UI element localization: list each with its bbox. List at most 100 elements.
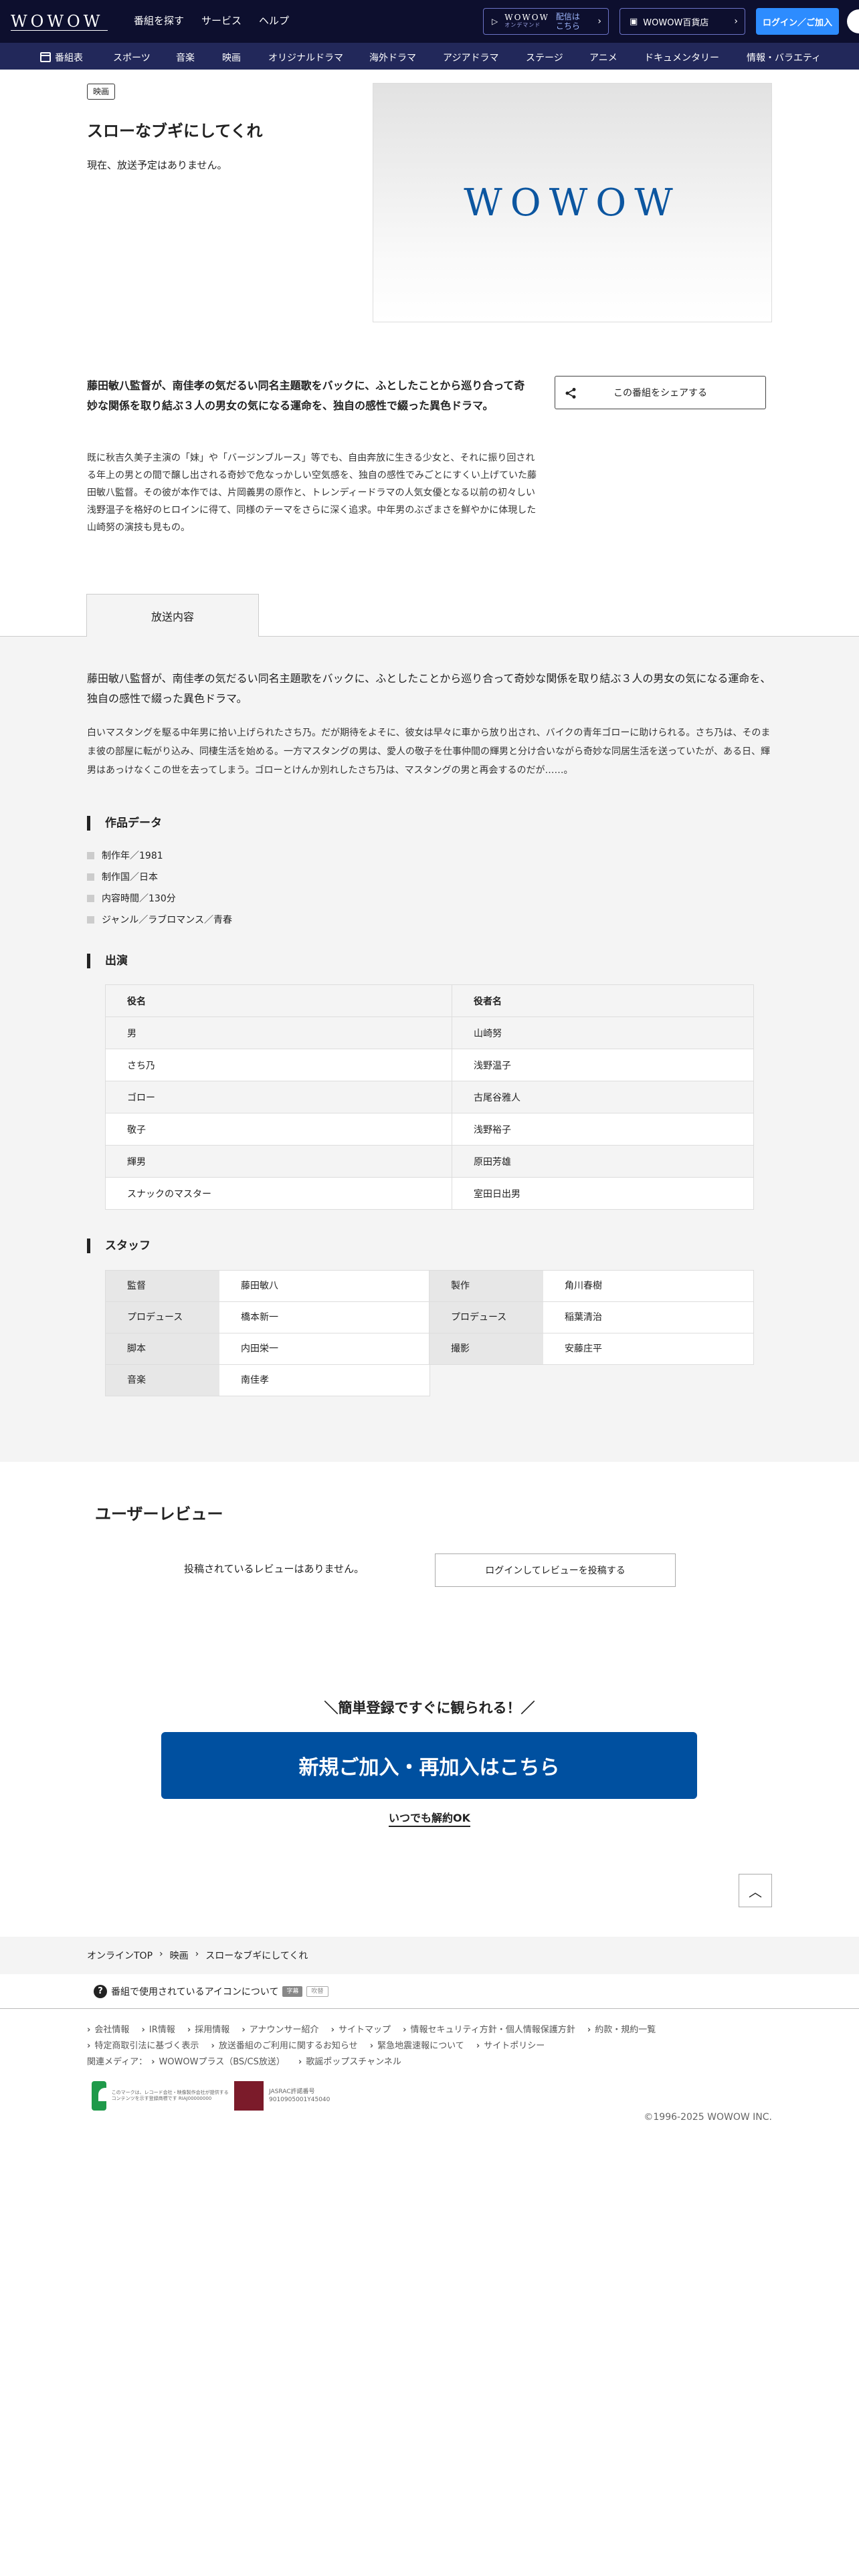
- nav-movie[interactable]: 映画: [222, 51, 241, 64]
- jasrac-logo-icon: [234, 2081, 264, 2111]
- staff-role: 監督: [106, 1271, 219, 1301]
- jasrac-line1: JASRAC許諾番号: [269, 2088, 315, 2095]
- cta-sub-text: いつでも解約OK: [388, 1812, 470, 1827]
- search-icon[interactable]: [847, 9, 859, 33]
- role-cell: 敬子: [105, 1113, 452, 1146]
- review-empty-text: 投稿されているレビューはありません。: [184, 1563, 365, 1575]
- footer-link[interactable]: IR情報: [142, 2025, 175, 2035]
- global-header: WOWOW 番組を探す サービス ヘルプ ▷ WOWOW オンデマンド 配信は こち…: [0, 0, 859, 43]
- image-logo: WOWOW: [464, 181, 681, 225]
- ondemand-logo: WOWOW: [504, 13, 549, 22]
- bag-icon: ▣: [630, 16, 638, 27]
- footer-link[interactable]: サイトマップ: [331, 2025, 391, 2035]
- staff-item: プロデュース 橋本新一: [105, 1301, 430, 1333]
- staff-role: 音楽: [106, 1365, 219, 1396]
- nav-stage[interactable]: ステージ: [526, 51, 563, 64]
- cast-heading: 出演: [87, 954, 128, 968]
- riaj-text: このマークは、レコード会社・映像製作会社が提供するコンテンツを示す登録商標です …: [111, 2090, 229, 2101]
- jasrac-line2: 9010905001Y45040: [269, 2097, 330, 2103]
- work-data-heading: 作品データ: [87, 816, 162, 831]
- nav-find-program[interactable]: 番組を探す: [134, 13, 184, 27]
- breadcrumb-top[interactable]: オンラインTOP: [87, 1949, 153, 1962]
- col-role: 役名: [105, 984, 452, 1017]
- post-review-button[interactable]: ログインしてレビューを投稿する: [435, 1553, 676, 1587]
- ondemand-sub: オンデマンド: [504, 22, 541, 28]
- program-title: スローなブギにしてくれ: [87, 122, 263, 140]
- nav-help[interactable]: ヘルプ: [259, 13, 289, 27]
- cast-table: 役名 役者名 男山崎努 さち乃 浅野温子 ゴロー 古尾谷雅人 敬子 浅野裕子 輝男 原田…: [105, 984, 754, 1210]
- staff-role: 撮影: [430, 1333, 543, 1364]
- nav-music[interactable]: 音楽: [176, 51, 195, 64]
- footer-link[interactable]: 緊急地震速報について: [370, 2041, 464, 2051]
- related-link[interactable]: 歌謡ポップスチャンネル: [294, 2057, 401, 2067]
- staff-name: 稲葉清治: [543, 1302, 753, 1333]
- footer-link[interactable]: 放送番組のご利用に関するお知らせ: [211, 2041, 358, 2051]
- actor-cell: 室田日出男: [452, 1177, 754, 1210]
- nav-sports[interactable]: スポーツ: [113, 51, 151, 64]
- staff-role: プロデュース: [430, 1302, 543, 1333]
- staff-name: 藤田敏八: [219, 1271, 430, 1301]
- list-item: 制作年／1981: [87, 848, 232, 869]
- actor-cell: 山崎努: [452, 1016, 754, 1049]
- footer-link[interactable]: サイトポリシー: [476, 2041, 545, 2051]
- shop-button[interactable]: ▣ WOWOW百貨店 ›: [619, 8, 745, 35]
- l-mark-icon: [92, 2081, 112, 2111]
- share-button[interactable]: この番組をシェアする: [555, 376, 766, 409]
- footer-divider: [0, 2008, 859, 2009]
- staff-item: 監督 藤田敏八: [105, 1270, 430, 1302]
- breadcrumb-current: スローなブギにしてくれ: [205, 1951, 308, 1961]
- nav-service[interactable]: サービス: [201, 13, 242, 27]
- genre-tag: 映画: [87, 84, 116, 100]
- staff-role: 製作: [430, 1271, 543, 1301]
- related-link[interactable]: WOWOWプラス（BS/CS放送）: [147, 2057, 285, 2067]
- review-heading: ユーザーレビュー: [95, 1505, 223, 1523]
- nav-anime[interactable]: アニメ: [589, 51, 617, 64]
- breadcrumb-movie[interactable]: 映画: [170, 1949, 189, 1962]
- riaj-certification[interactable]: このマークは、レコード会社・映像製作会社が提供するコンテンツを示す登録商標です …: [92, 2081, 229, 2111]
- share-label: この番組をシェアする: [613, 388, 707, 399]
- program-description: 既に秋吉久美子主演の「妹」や「バージンブルース」等でも、自由奔放に生きる少女と、…: [87, 453, 537, 533]
- chevron-right-icon: ›: [597, 16, 601, 27]
- top-nav: 番組を探す サービス ヘルプ: [134, 13, 289, 27]
- login-button[interactable]: ログイン／ご加入: [756, 8, 839, 35]
- nav-original-drama[interactable]: オリジナルドラマ: [268, 51, 343, 64]
- shop-label: WOWOW百貨店: [643, 17, 709, 28]
- icon-note-link[interactable]: ? 番組で使用されているアイコンについて 字幕 吹替: [94, 1985, 328, 1998]
- nav-overseas-drama[interactable]: 海外ドラマ: [369, 51, 416, 64]
- footer-link[interactable]: 特定商取引法に基づく表示: [87, 2041, 199, 2051]
- share-icon: [565, 388, 576, 399]
- role-cell: ゴロー: [105, 1081, 452, 1113]
- footer-link[interactable]: 約款・規約一覧: [587, 2025, 656, 2035]
- jasrac-certification[interactable]: JASRAC許諾番号 9010905001Y45040: [234, 2081, 348, 2111]
- footer-link[interactable]: 会社情報: [87, 2025, 129, 2035]
- nav-variety[interactable]: 情報・バラエティ: [747, 51, 821, 64]
- staff-name: 角川春樹: [543, 1271, 753, 1301]
- table-row: スナックのマスター 室田日出男: [105, 1177, 754, 1210]
- broadcast-lead: 藤田敏八監督が、南佳孝の気だるい同名主題歌をバックに、ふとしたことから巡り合って…: [87, 672, 771, 705]
- staff-name: 安藤庄平: [543, 1333, 753, 1364]
- footer-link[interactable]: 採用情報: [187, 2025, 229, 2035]
- nav-documentary[interactable]: ドキュメンタリー: [644, 51, 719, 64]
- wowow-logo[interactable]: WOWOW: [11, 12, 103, 31]
- nav-asia-drama[interactable]: アジアドラマ: [443, 51, 498, 64]
- tab-broadcast-content[interactable]: 放送内容: [86, 594, 259, 637]
- footer-link[interactable]: アナウンサー紹介: [242, 2025, 318, 2035]
- chevron-up-icon: ︿: [749, 1883, 762, 1900]
- calendar-icon: [40, 52, 51, 62]
- related-label: 関連メディア：: [87, 2057, 148, 2067]
- staff-name: 内田栄一: [219, 1333, 430, 1364]
- list-item: 制作国／日本: [87, 869, 232, 891]
- table-row: 輝男 原田芳雄: [105, 1145, 754, 1178]
- ondemand-button[interactable]: ▷ WOWOW オンデマンド 配信は こちら ›: [483, 8, 609, 35]
- work-data-list: 制作年／1981 制作国／日本 内容時間／130分 ジャンル／ラブロマンス／青春: [87, 848, 232, 934]
- nav-schedule[interactable]: 番組表: [40, 51, 83, 64]
- signup-button[interactable]: 新規ご加入・再加入はこちら: [161, 1732, 697, 1799]
- staff-item: 撮影 安藤庄平: [429, 1333, 754, 1365]
- program-image: WOWOW: [373, 83, 772, 322]
- staff-role: プロデュース: [106, 1302, 219, 1333]
- footer-links: 会社情報 IR情報 採用情報 アナウンサー紹介 サイトマップ 情報セキュリティ方…: [87, 2022, 776, 2054]
- footer-link[interactable]: 情報セキュリティ方針・個人情報保護方針: [403, 2025, 575, 2035]
- related-media: 関連メディア：WOWOWプラス（BS/CS放送） 歌謡ポップスチャンネル: [87, 2054, 411, 2067]
- staff-name: 橋本新一: [219, 1302, 430, 1333]
- page-top-button[interactable]: ︿: [739, 1874, 772, 1907]
